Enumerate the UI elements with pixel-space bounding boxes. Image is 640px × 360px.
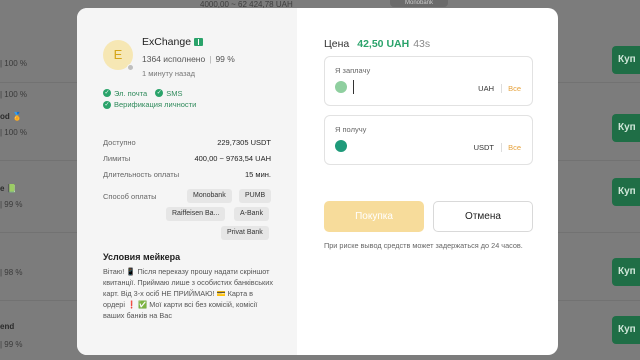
bg-buy-button: Куп xyxy=(612,258,640,286)
bg-buy-button: Куп xyxy=(612,114,640,142)
bg-row-rate: | 99 % xyxy=(0,200,23,209)
merchant-stats: 1364 исполнено | 99 % xyxy=(142,54,235,64)
pay-currency: UAH xyxy=(478,84,494,93)
conditions-title: Условия мейкера xyxy=(103,252,181,262)
verification-identity: ✓ Верификация личности xyxy=(103,100,197,109)
verification-email: ✓ Эл. почта xyxy=(103,88,148,98)
receive-currency: USDT xyxy=(473,143,494,152)
buy-order-modal: E ExChange 1364 исполнено | 99 % 1 минуту … xyxy=(77,8,558,355)
bg-buy-button: Куп xyxy=(612,316,640,344)
check-icon: ✓ xyxy=(103,89,111,97)
check-icon: ✓ xyxy=(155,89,164,97)
verification-list: ✓ Эл. почта ✓ SMS ✓ Верификация личности xyxy=(103,87,202,110)
limits-value: 400,00 ~ 9763,54 UAH xyxy=(194,153,271,163)
bg-row-rate: | 99 % xyxy=(0,340,23,349)
payment-chip-pumb: PUMB xyxy=(239,189,272,203)
bg-buy-button: Куп xyxy=(612,46,640,74)
bg-row-rate: | 100 % xyxy=(0,90,27,99)
order-form: Цена 42,50 UAH 43s Я заплачу UAH Все Я пол… xyxy=(297,8,558,355)
check-icon: ✓ xyxy=(103,100,111,109)
uah-currency-icon xyxy=(335,81,347,93)
pay-amount-input[interactable] xyxy=(353,79,453,95)
order-info: Доступно 229,7305 USDT Лимиты 400,00 ~ 9… xyxy=(103,134,271,182)
verified-merchant-icon xyxy=(194,38,204,46)
payment-chip-monobank: Monobank xyxy=(187,189,232,203)
bg-buy-button: Куп xyxy=(612,178,640,206)
bg-row-name: od 🏅 xyxy=(0,112,22,121)
price-timer: 43s xyxy=(413,38,431,50)
pay-amount-field[interactable]: Я заплачу UAH Все xyxy=(324,56,533,106)
withdrawal-note: При риске вывод средств может задержатьс… xyxy=(324,241,523,250)
online-status-dot xyxy=(127,64,134,71)
duration-value: 15 мин. xyxy=(245,169,271,179)
buy-button[interactable]: Покупка xyxy=(324,201,424,232)
bg-row-name: end xyxy=(0,322,15,331)
payment-chip-raiffeisen: Raiffeisen Ba... xyxy=(166,207,226,221)
completed-orders: 1364 исполнено xyxy=(142,54,206,64)
bg-row-name: e 📗 xyxy=(0,184,17,193)
available-value: 229,7305 USDT xyxy=(217,137,271,147)
merchant-name[interactable]: ExChange xyxy=(142,36,204,48)
bg-payment-chip: Monobank xyxy=(390,0,448,7)
pay-all-button[interactable]: Все xyxy=(501,84,521,93)
bg-row-rate: | 98 % xyxy=(0,268,23,277)
payment-chip-abank: A-Bank xyxy=(234,207,269,221)
bg-row-rate: | 100 % xyxy=(0,59,27,68)
verification-sms: ✓ SMS xyxy=(155,88,183,98)
merchant-panel: E ExChange 1364 исполнено | 99 % 1 минуту … xyxy=(77,8,297,355)
bg-limit-text: 4000,00 ~ 62 424,78 UAH xyxy=(200,0,293,8)
usdt-currency-icon xyxy=(335,140,347,152)
cancel-button[interactable]: Отмена xyxy=(433,201,533,232)
limits-row: Лимиты 400,00 ~ 9763,54 UAH xyxy=(103,153,271,163)
payment-chip-privatbank: Privat Bank xyxy=(221,226,269,240)
price-line: Цена 42,50 UAH 43s xyxy=(324,38,431,50)
duration-row: Длительность оплаты 15 мин. xyxy=(103,169,271,179)
price-value: 42,50 UAH xyxy=(357,38,410,50)
receive-amount-field[interactable]: Я получу USDT Все xyxy=(324,115,533,165)
bg-row-rate: | 100 % xyxy=(0,128,27,137)
available-row: Доступно 229,7305 USDT xyxy=(103,137,271,147)
last-seen: 1 минуту назад xyxy=(142,69,196,78)
conditions-text: Вітаю! 📱 Після переказу прошу надати скр… xyxy=(103,267,273,320)
receive-all-button[interactable]: Все xyxy=(501,143,521,152)
receive-amount-input[interactable] xyxy=(353,138,453,154)
completion-rate: 99 % xyxy=(215,54,235,64)
